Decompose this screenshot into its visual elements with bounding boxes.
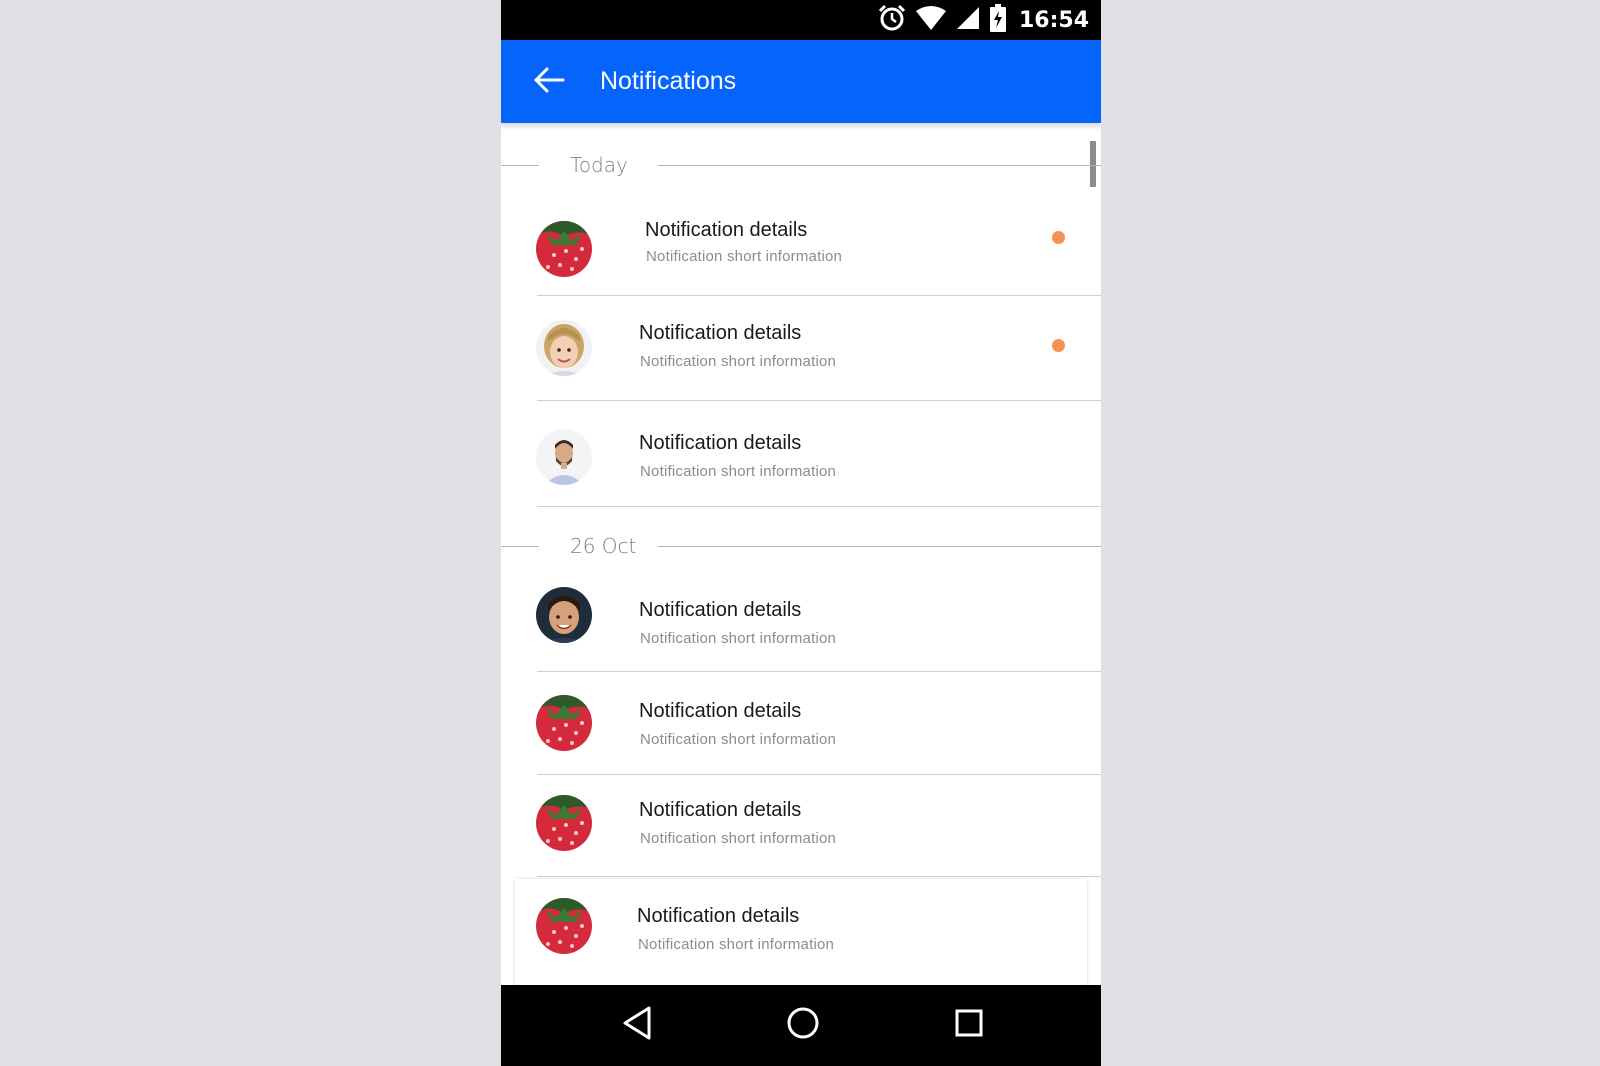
nav-back-button[interactable] [615, 1003, 659, 1047]
status-time: 16:54 [1018, 7, 1089, 33]
notification-item[interactable]: Notification details Notification short … [501, 296, 1101, 401]
phone-screen: 16:54 Notifications Today Notification d… [501, 0, 1101, 1066]
notification-title: Notification details [639, 432, 802, 454]
notification-item[interactable]: Notification details Notification short … [501, 191, 1101, 296]
section-divider [501, 165, 539, 166]
battery-charging-icon [989, 3, 1007, 37]
unread-dot [1052, 231, 1065, 244]
girl-avatar [536, 320, 592, 376]
nav-recents-button[interactable] [947, 1003, 991, 1047]
notification-title: Notification details [639, 700, 802, 722]
nav-home-button[interactable] [781, 1003, 825, 1047]
back-button[interactable] [531, 64, 567, 100]
notification-subtitle: Notification short information [646, 248, 843, 265]
notification-subtitle: Notification short information [640, 630, 837, 647]
home-circle-icon [786, 1006, 820, 1045]
notification-title: Notification details [637, 905, 800, 927]
system-nav-bar [501, 985, 1101, 1066]
strawberry-avatar [536, 795, 592, 851]
strawberry-avatar [536, 695, 592, 751]
section-divider [658, 165, 1101, 166]
section-divider [501, 546, 539, 547]
notification-subtitle: Notification short information [640, 731, 837, 748]
app-bar: Notifications [501, 40, 1101, 123]
row-divider [537, 506, 1101, 507]
notification-item[interactable]: Notification details Notification short … [501, 401, 1101, 507]
row-divider [537, 876, 1101, 877]
back-triangle-icon [621, 1006, 653, 1045]
notification-title: Notification details [639, 599, 802, 621]
notification-item[interactable]: Notification details Notification short … [501, 775, 1101, 877]
section-label: 26 Oct [570, 534, 637, 558]
section-divider [658, 546, 1101, 547]
strawberry-avatar [536, 221, 592, 277]
page-title: Notifications [600, 67, 737, 95]
recents-square-icon [954, 1008, 984, 1043]
notification-title: Notification details [639, 799, 802, 821]
notification-item[interactable]: Notification details Notification short … [515, 879, 1087, 989]
section-header-today: Today [501, 145, 1101, 185]
notification-title: Notification details [645, 219, 808, 241]
notification-item[interactable]: Notification details Notification short … [501, 672, 1101, 775]
notification-subtitle: Notification short information [638, 936, 835, 953]
notification-subtitle: Notification short information [640, 830, 837, 847]
alarm-icon [877, 3, 907, 38]
notification-subtitle: Notification short information [640, 353, 837, 370]
section-header-26-oct: 26 Oct [501, 526, 1101, 566]
unread-dot [1052, 339, 1065, 352]
notification-subtitle: Notification short information [640, 463, 837, 480]
cellular-signal-icon [955, 5, 981, 36]
notification-title: Notification details [639, 322, 802, 344]
wifi-icon [915, 5, 947, 36]
boy-avatar [536, 587, 592, 643]
notification-list[interactable]: Today Notification details Notification … [501, 123, 1101, 989]
status-bar: 16:54 [501, 0, 1101, 40]
arrow-left-icon [533, 66, 565, 99]
man-avatar [536, 429, 592, 485]
notification-item[interactable]: Notification details Notification short … [501, 568, 1101, 672]
strawberry-avatar [536, 898, 592, 954]
section-label: Today [570, 153, 628, 177]
